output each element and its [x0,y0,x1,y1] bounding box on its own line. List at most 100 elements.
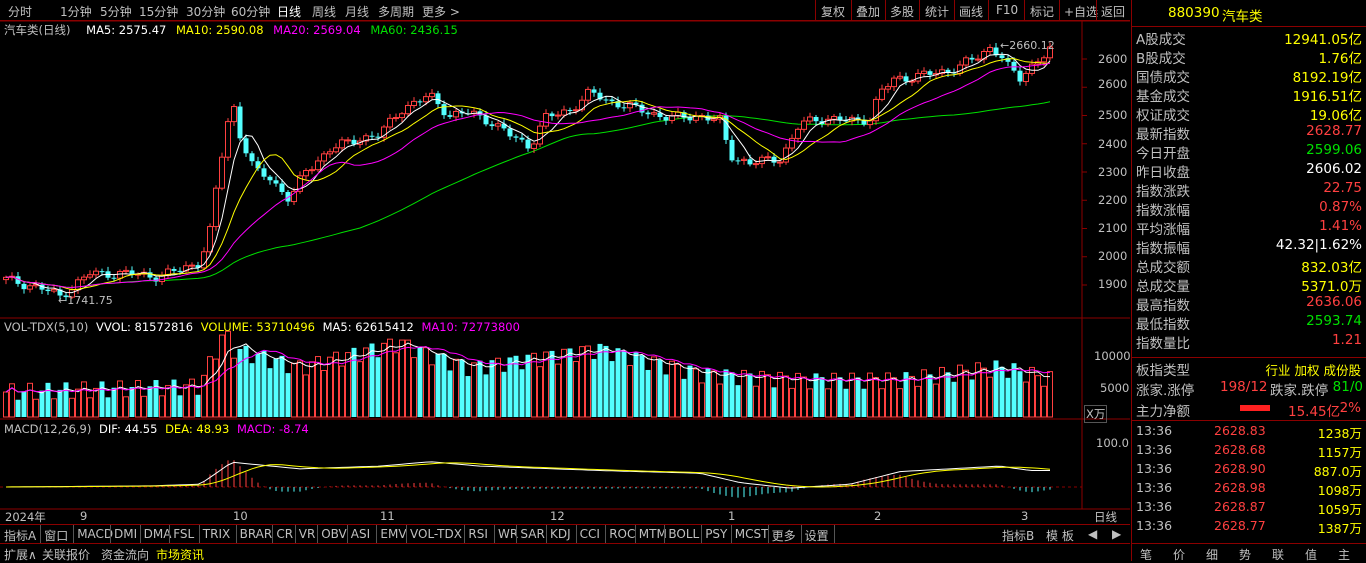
indicator-tab[interactable]: MCST [735,527,769,541]
indicator-tab[interactable]: ASI [351,527,370,541]
volume-bar [921,369,927,418]
tab-5min[interactable]: 5分钟 [100,3,132,20]
panel-tab[interactable]: 联 [1272,546,1284,563]
volume-bar [375,357,381,417]
quote-row-value: 832.03亿 [1301,260,1362,276]
volume-bar [591,358,597,417]
candle-body [1017,70,1023,82]
quote-row-value: 1.41% [1319,218,1362,234]
template-tab[interactable]: 模 板 [1046,527,1074,544]
kline-chart[interactable]: ←2660.12 ←1741.75 [0,21,1130,511]
tab-30min[interactable]: 30分钟 [186,3,225,20]
add-watchlist-button[interactable]: +自选 [1064,3,1098,20]
mark-button[interactable]: 标记 [1030,3,1054,20]
vol-unit: X万 [1084,405,1108,423]
volume-bar [963,369,969,418]
volume-bar [1011,363,1017,417]
tab-multi-period[interactable]: 多周期 [378,3,414,20]
indicator-tab[interactable]: 更多 [772,527,796,544]
indicator-tab[interactable]: EMV [380,527,406,541]
indicator-tab[interactable]: OBV [321,527,347,541]
ma60-label: MA60: 2436.15 [370,23,458,37]
indicator-tab[interactable]: DMA [144,527,172,541]
tab-daily[interactable]: 日线 [277,3,301,20]
panel-tab[interactable]: 值 [1305,546,1317,563]
extension-tab[interactable]: 扩展∧ [4,546,37,563]
volume-bar [675,363,681,418]
indicator-tab[interactable]: PSY [705,527,727,541]
indicator-tab[interactable]: 设置 [805,527,829,544]
more-periods-button[interactable]: 更多 > [422,3,460,20]
indicator-tab[interactable]: BRAR [240,527,273,541]
back-button[interactable]: 返回 [1101,3,1125,20]
candle-body [663,117,669,121]
volume-bar [69,397,75,418]
panel-tab[interactable]: 主 [1338,546,1350,563]
extension-tab[interactable]: 市场资讯 [156,546,204,563]
tab-monthly[interactable]: 月线 [345,3,369,20]
tab-timeshare[interactable]: 分时 [8,3,32,20]
volume-bar [201,374,207,418]
candle-body [93,270,99,276]
ma20-label: MA20: 2569.04 [273,23,361,37]
quote-row-value: 1916.51亿 [1292,89,1362,105]
volume-bar [321,370,327,418]
draw-line-button[interactable]: 画线 [959,3,983,20]
panel-tab[interactable]: 细 [1206,546,1218,563]
volume-bar [327,356,333,418]
indicator-tab[interactable]: CR [276,527,293,541]
volume-bar [279,355,285,417]
indicator-tab[interactable]: CCI [580,527,600,541]
indicator-tab[interactable]: TRIX [203,527,230,541]
indicator-tab[interactable]: WR [498,527,518,541]
adjust-button[interactable]: 复权 [821,3,845,20]
indicator-tab[interactable]: FSL [173,527,194,541]
indicator-tab[interactable]: DMI [114,527,137,541]
panel-tab[interactable]: 势 [1239,546,1251,563]
scroll-arrow[interactable]: ◀ [1088,527,1097,541]
overlay-button[interactable]: 叠加 [856,3,880,20]
volume-bar [951,381,957,417]
quote-row-label: 基金成交 [1136,89,1190,105]
indicator-tab[interactable]: ROC [609,527,635,541]
indicator-tab[interactable]: 窗口 [44,527,68,544]
indicator-tab[interactable]: SAR [520,527,544,541]
extension-tab[interactable]: 资金流向 [101,546,149,563]
scroll-arrow[interactable]: ▶ [1112,527,1121,541]
extension-tab[interactable]: 关联报价 [42,546,90,563]
indicator-tab[interactable]: VR [299,527,316,541]
indicator-tab[interactable]: MTM [639,527,667,541]
indicator-tab[interactable]: RSI [468,527,488,541]
volume-bar [291,362,297,418]
indicator-tab[interactable]: 指标A [4,527,36,544]
indicator-tab[interactable]: MACD [77,527,113,541]
candle-body [513,136,519,138]
stats-button[interactable]: 统计 [925,3,949,20]
tab-1min[interactable]: 1分钟 [60,3,92,20]
indicator-tab[interactable]: BOLL [668,527,699,541]
panel-tab[interactable]: 价 [1173,546,1185,563]
candle-body [45,289,51,292]
tick-time: 13:36 [1136,461,1173,476]
panel-tab[interactable]: 笔 [1140,546,1152,563]
candle-body [267,176,273,181]
volume-bar [483,374,489,417]
indicator-tab[interactable]: KDJ [550,527,571,541]
main-net-pct: 2% [1339,400,1361,416]
volume-bar [63,382,69,417]
quote-row-value: 2599.06 [1306,142,1362,158]
tab-15min[interactable]: 15分钟 [139,3,178,20]
f10-button[interactable]: F10 [996,3,1018,17]
quote-row-label: 总成交额 [1136,260,1190,276]
high-annotation: ←2660.12 [1000,39,1055,52]
multi-stock-button[interactable]: 多股 [890,3,914,20]
indicator-tab[interactable]: VOL-TDX [410,527,462,541]
quote-row-label: 最新指数 [1136,127,1190,143]
tab-60min[interactable]: 60分钟 [231,3,270,20]
x-month: 11 [380,509,395,523]
tab-weekly[interactable]: 周线 [312,3,336,20]
candle-body [831,116,837,120]
x-month: 2 [874,509,882,523]
volume-bar [147,386,153,417]
template-tab[interactable]: 指标B [1002,527,1034,544]
